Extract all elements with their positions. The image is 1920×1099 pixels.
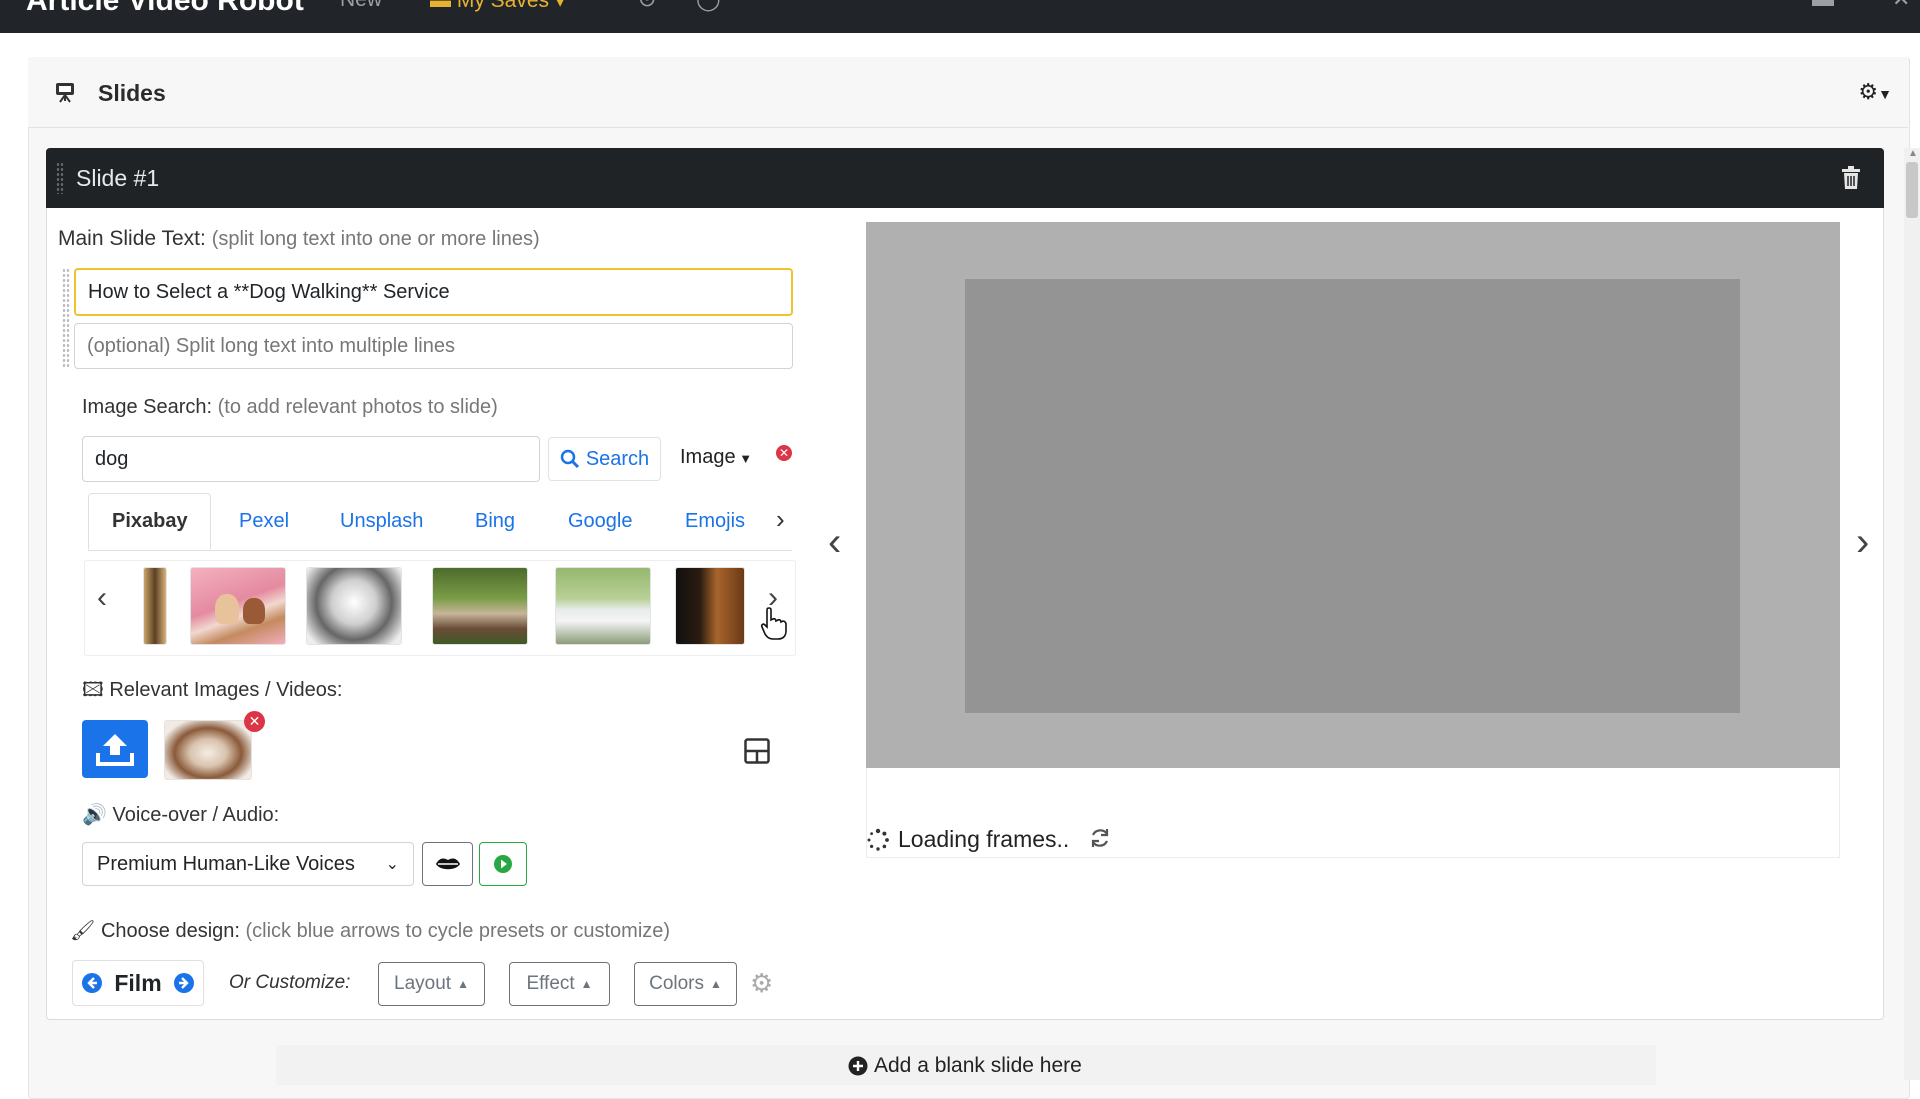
media-type-dropdown[interactable]: Image ▼ bbox=[680, 446, 752, 469]
caret-up-icon: ▲ bbox=[580, 977, 593, 991]
image-results-carousel: ‹ › bbox=[84, 560, 796, 656]
image-search-hint: (to add relevant photos to slide) bbox=[217, 396, 498, 418]
search-button[interactable]: Search bbox=[548, 437, 661, 481]
result-thumbnail[interactable] bbox=[432, 567, 528, 645]
choose-design-hint: (click blue arrows to cycle presets or c… bbox=[245, 920, 671, 942]
tab-bing[interactable]: Bing bbox=[475, 510, 515, 533]
slides-icon bbox=[56, 83, 74, 103]
upload-button[interactable] bbox=[82, 720, 148, 778]
layout-dropdown-button[interactable]: Layout ▲ bbox=[378, 962, 485, 1006]
preset-prev-icon[interactable] bbox=[81, 972, 103, 994]
image-icon: 🖾 bbox=[82, 679, 104, 701]
loading-status: Loading frames.. bbox=[866, 826, 1069, 853]
add-blank-slide-button[interactable]: Add a blank slide here bbox=[848, 1054, 1082, 1078]
result-thumbnail[interactable] bbox=[555, 567, 651, 645]
result-thumbnail[interactable] bbox=[675, 567, 745, 645]
preset-next-icon[interactable] bbox=[173, 972, 195, 994]
main-text-line2-input[interactable]: (optional) Split long text into multiple… bbox=[74, 323, 793, 369]
tab-google[interactable]: Google bbox=[568, 510, 633, 533]
brand-title[interactable]: Article Video Robot bbox=[26, 0, 304, 18]
slides-title: Slides bbox=[98, 80, 166, 106]
slide-header: Slide #1 bbox=[46, 148, 1884, 208]
info-icon[interactable]: ◯ bbox=[696, 0, 721, 12]
play-audio-button[interactable] bbox=[479, 842, 527, 886]
selected-media-thumbnail[interactable] bbox=[164, 720, 252, 780]
tabs-next-icon[interactable]: › bbox=[776, 504, 785, 535]
tab-pexel[interactable]: Pexel bbox=[239, 510, 289, 533]
hand-cursor-icon bbox=[760, 607, 787, 640]
scroll-up-icon[interactable]: ▲ bbox=[1908, 148, 1918, 159]
main-text-hint: (split long text into one or more lines) bbox=[211, 228, 540, 250]
brush-icon: 🖌 bbox=[70, 920, 96, 942]
close-icon[interactable]: ✕ bbox=[1892, 0, 1910, 12]
design-settings-gear-icon[interactable]: ⚙ bbox=[750, 968, 773, 999]
customize-label: Or Customize: bbox=[229, 972, 351, 993]
gear-icon: ⚙ bbox=[1858, 79, 1879, 104]
voice-over-label: 🔊 Voice-over / Audio: bbox=[82, 804, 280, 826]
plus-circle-icon bbox=[848, 1056, 868, 1076]
speaker-icon: 🔊 bbox=[82, 804, 107, 826]
line-drag-handle-icon[interactable] bbox=[62, 268, 70, 368]
design-preset-cycler: Film bbox=[72, 960, 204, 1006]
preview-next-icon[interactable]: › bbox=[1856, 520, 1869, 565]
caret-down-icon: ▼ bbox=[1878, 86, 1892, 102]
upload-icon bbox=[96, 734, 134, 766]
caret-up-icon: ▲ bbox=[457, 977, 469, 991]
drag-handle-icon[interactable] bbox=[56, 162, 64, 194]
main-text-line1-input[interactable]: How to Select a **Dog Walking** Service bbox=[74, 268, 793, 316]
chevron-down-icon: ⌄ bbox=[385, 856, 399, 873]
scrollbar-thumb[interactable] bbox=[1906, 162, 1918, 218]
nav-new-link[interactable]: New bbox=[340, 0, 382, 12]
trash-icon[interactable] bbox=[1840, 166, 1862, 190]
tab-unsplash[interactable]: Unsplash bbox=[340, 510, 423, 533]
spinner-icon bbox=[867, 828, 889, 851]
image-search-input[interactable]: dog bbox=[82, 436, 540, 482]
caret-down-icon: ▾ bbox=[549, 0, 566, 12]
colors-dropdown-button[interactable]: Colors ▲ bbox=[634, 962, 737, 1006]
carousel-prev-icon[interactable]: ‹ bbox=[97, 581, 107, 615]
image-search-label: Image Search: (to add relevant photos to… bbox=[82, 396, 498, 418]
play-icon bbox=[494, 855, 512, 873]
folder-icon: ▬ bbox=[430, 0, 457, 12]
clear-search-icon[interactable]: ✕ bbox=[776, 445, 792, 461]
top-navbar: Article Video Robot New ▬ My Saves ▾ ⊙ ◯… bbox=[0, 0, 1920, 33]
remove-media-icon[interactable]: ✕ bbox=[244, 711, 265, 732]
tab-pixabay[interactable]: Pixabay bbox=[112, 510, 188, 533]
result-thumbnail[interactable] bbox=[143, 567, 167, 645]
nav-my-saves-link[interactable]: ▬ My Saves ▾ bbox=[430, 0, 565, 13]
slides-panel-header: Slides ⚙▼ bbox=[28, 57, 1908, 128]
settings-dropdown[interactable]: ⚙▼ bbox=[1858, 79, 1892, 105]
refresh-icon[interactable] bbox=[1088, 826, 1112, 850]
user-icon[interactable]: ▬ bbox=[1812, 0, 1834, 12]
voice-select[interactable]: Premium Human-Like Voices ⌄ bbox=[82, 842, 414, 886]
effect-dropdown-button[interactable]: Effect ▲ bbox=[509, 962, 610, 1006]
page-scrollbar[interactable] bbox=[1904, 148, 1920, 1080]
choose-design-label: 🖌 Choose design: (click blue arrows to c… bbox=[70, 920, 671, 942]
caret-down-icon: ▼ bbox=[735, 451, 753, 466]
search-icon bbox=[560, 449, 579, 469]
caret-up-icon: ▲ bbox=[710, 977, 722, 991]
help-icon[interactable]: ⊙ bbox=[638, 0, 656, 12]
slide-title: Slide #1 bbox=[76, 165, 160, 191]
slide-preview-canvas bbox=[965, 279, 1740, 713]
result-thumbnail[interactable] bbox=[306, 567, 402, 645]
lip-sync-button[interactable] bbox=[422, 842, 473, 886]
image-source-tabs: Pixabay Pexel Unsplash Bing Google Emoji… bbox=[88, 493, 792, 551]
preset-name: Film bbox=[114, 969, 162, 996]
grid-layout-icon[interactable] bbox=[744, 738, 770, 764]
preview-prev-icon[interactable]: ‹ bbox=[828, 520, 841, 565]
main-text-label: Main Slide Text: (split long text into o… bbox=[58, 227, 540, 250]
lips-icon bbox=[435, 858, 460, 870]
relevant-media-label: 🖾 Relevant Images / Videos: bbox=[82, 679, 343, 701]
tab-emojis[interactable]: Emojis bbox=[685, 510, 745, 533]
result-thumbnail[interactable] bbox=[190, 567, 286, 645]
